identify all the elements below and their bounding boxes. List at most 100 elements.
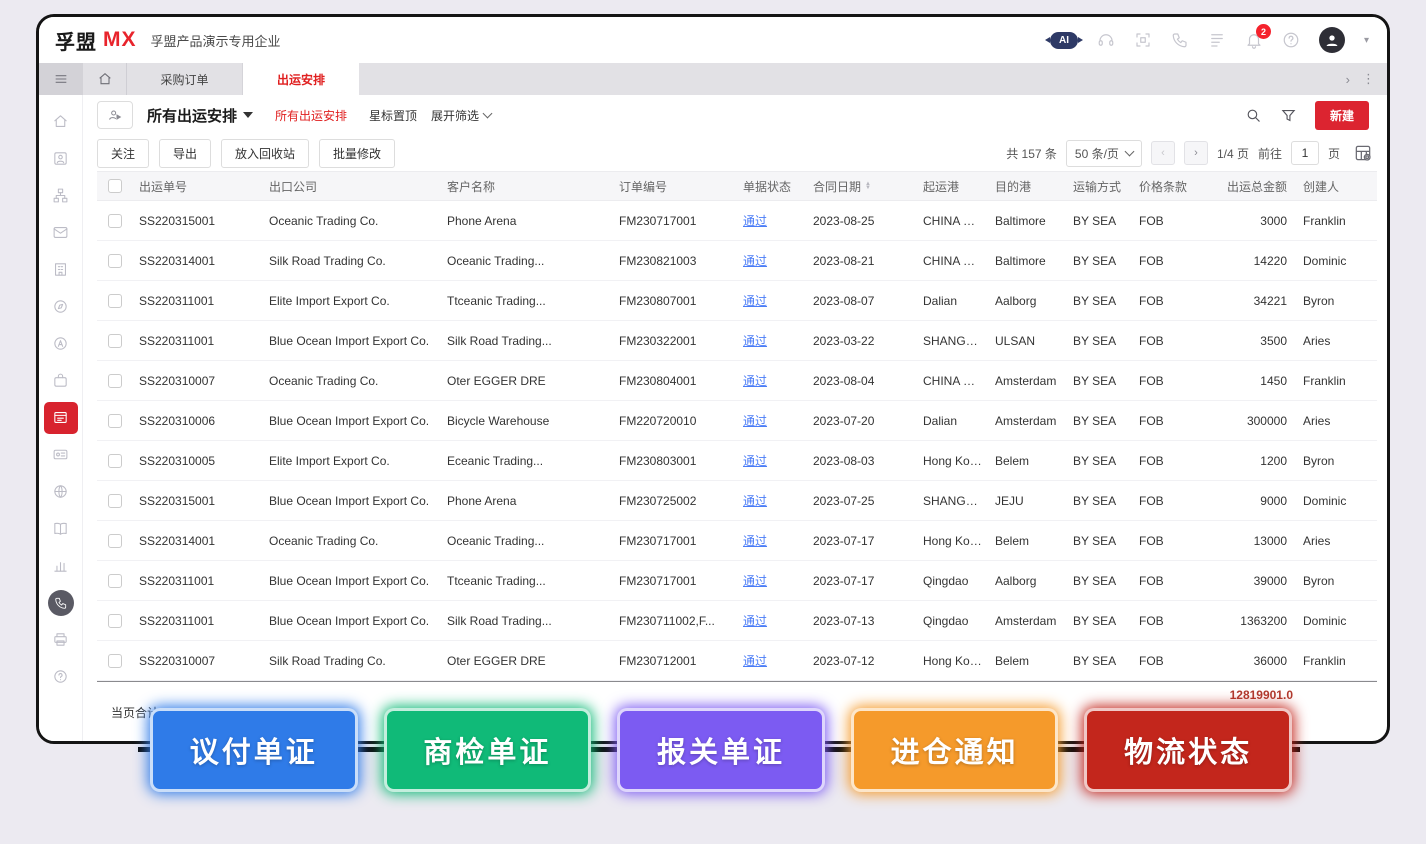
quick-filter-link[interactable]: 所有出运安排	[275, 107, 347, 124]
row-checkbox[interactable]	[108, 253, 122, 268]
row-checkbox[interactable]	[108, 613, 122, 628]
workspace-tab[interactable]: 出运安排	[243, 63, 359, 95]
status-link[interactable]: 通过	[743, 534, 767, 548]
workflow-step-button[interactable]: 进仓通知	[850, 708, 1059, 792]
sidebar-item-globe[interactable]	[39, 473, 83, 510]
column-settings-icon[interactable]	[1353, 143, 1373, 163]
toolbar-action-button[interactable]: 批量修改	[319, 138, 396, 168]
table-row[interactable]: SS220314001 Oceanic Trading Co. Oceanic …	[97, 521, 1377, 561]
quick-filter-link[interactable]: 星标置顶	[369, 107, 417, 124]
col-total-amount[interactable]: 出运总金额	[1201, 178, 1293, 195]
status-link[interactable]: 通过	[743, 374, 767, 388]
table-row[interactable]: SS220311001 Elite Import Export Co. Ttce…	[97, 281, 1377, 321]
status-link[interactable]: 通过	[743, 494, 767, 508]
headset-icon[interactable]	[1097, 31, 1115, 49]
sidebar-item-target[interactable]	[39, 325, 83, 362]
sort-icon[interactable]: ▲ ▼	[865, 181, 871, 191]
col-exporter[interactable]: 出口公司	[263, 178, 441, 195]
menu-toggle-button[interactable]	[39, 63, 83, 95]
status-link[interactable]: 通过	[743, 214, 767, 228]
phone-icon[interactable]	[1171, 31, 1189, 49]
sidebar-item-help[interactable]	[39, 658, 83, 695]
status-link[interactable]: 通过	[743, 334, 767, 348]
col-creator[interactable]: 创建人	[1293, 178, 1377, 195]
doc-list-icon[interactable]	[1208, 31, 1226, 49]
status-link[interactable]: 通过	[743, 254, 767, 268]
row-checkbox[interactable]	[108, 413, 122, 428]
tab-more-icon[interactable]: ⋮	[1362, 71, 1375, 87]
sidebar-item-shipping-active[interactable]	[39, 399, 83, 436]
toolbar-action-button[interactable]: 放入回收站	[221, 138, 310, 168]
row-checkbox[interactable]	[108, 573, 122, 588]
toolbar-action-button[interactable]: 导出	[159, 138, 212, 168]
status-link[interactable]: 通过	[743, 574, 767, 588]
row-checkbox[interactable]	[108, 373, 122, 388]
user-avatar[interactable]	[1318, 27, 1345, 53]
tab-scroll-right-icon[interactable]: ›	[1346, 72, 1350, 87]
new-record-button[interactable]: 新建	[1314, 100, 1369, 130]
table-row[interactable]: SS220311001 Blue Ocean Import Export Co.…	[97, 561, 1377, 601]
table-row[interactable]: SS220310006 Blue Ocean Import Export Co.…	[97, 401, 1377, 441]
bell-icon[interactable]: 2	[1245, 24, 1271, 49]
workflow-step-button[interactable]: 报关单证	[617, 708, 825, 792]
sidebar-item-mail[interactable]	[39, 214, 83, 251]
status-link[interactable]: 通过	[743, 414, 767, 428]
row-checkbox[interactable]	[108, 533, 122, 548]
chevron-down-icon[interactable]: ▾	[1364, 35, 1369, 46]
sidebar-item-call-dark[interactable]	[39, 584, 83, 621]
row-checkbox[interactable]	[108, 493, 122, 508]
col-order-no[interactable]: 订单编号	[613, 178, 737, 195]
page-size-select[interactable]: 50 条/页	[1065, 139, 1142, 167]
select-all-checkbox[interactable]	[108, 179, 122, 193]
sidebar-item-chart[interactable]	[39, 547, 83, 584]
sidebar-item-briefcase[interactable]	[39, 362, 83, 399]
table-row[interactable]: SS220311001 Blue Ocean Import Export Co.…	[97, 601, 1377, 641]
row-checkbox[interactable]	[108, 333, 122, 348]
next-page-button[interactable]: ›	[1183, 141, 1208, 165]
sidebar-item-printer[interactable]	[39, 621, 83, 658]
sidebar-item-compass[interactable]	[39, 288, 83, 325]
table-row[interactable]: SS220310005 Elite Import Export Co. Ecea…	[97, 441, 1377, 481]
sidebar-item-book[interactable]	[39, 510, 83, 547]
status-link[interactable]: 通过	[743, 454, 767, 468]
workflow-step-button[interactable]: 议付单证	[150, 708, 358, 792]
col-status[interactable]: 单据状态	[737, 178, 807, 195]
sidebar-item-id-card[interactable]	[39, 436, 83, 473]
sidebar-item-contacts[interactable]	[39, 140, 83, 177]
row-checkbox[interactable]	[108, 213, 122, 228]
help-icon[interactable]	[1282, 31, 1300, 49]
search-icon[interactable]	[1245, 107, 1262, 124]
col-customer[interactable]: 客户名称	[441, 178, 613, 195]
row-checkbox[interactable]	[108, 653, 122, 668]
sidebar-item-home[interactable]	[39, 103, 83, 140]
ai-assistant-button[interactable]: AI	[1044, 31, 1083, 49]
view-type-icon-button[interactable]	[97, 101, 133, 129]
qr-scan-icon[interactable]	[1134, 31, 1152, 49]
col-transport-mode[interactable]: 运输方式	[1067, 178, 1133, 195]
table-row[interactable]: SS220310007 Oceanic Trading Co. Oter EGG…	[97, 361, 1377, 401]
col-port-of-loading[interactable]: 起运港	[917, 178, 989, 195]
row-checkbox[interactable]	[108, 453, 122, 468]
status-link[interactable]: 通过	[743, 654, 767, 668]
table-row[interactable]: SS220315001 Blue Ocean Import Export Co.…	[97, 481, 1377, 521]
view-selector-dropdown[interactable]: 所有出运安排	[147, 105, 254, 126]
col-price-terms[interactable]: 价格条款	[1133, 178, 1201, 195]
table-row[interactable]: SS220310007 Silk Road Trading Co. Oter E…	[97, 641, 1377, 681]
table-row[interactable]: SS220311001 Blue Ocean Import Export Co.…	[97, 321, 1377, 361]
workspace-tab[interactable]: 采购订单	[127, 63, 243, 95]
workflow-step-button[interactable]: 商检单证	[383, 708, 592, 792]
status-link[interactable]: 通过	[743, 294, 767, 308]
status-link[interactable]: 通过	[743, 614, 767, 628]
home-tab-button[interactable]	[83, 63, 127, 95]
sidebar-item-org[interactable]	[39, 177, 83, 214]
sidebar-item-company[interactable]	[39, 251, 83, 288]
expand-filter-toggle[interactable]: 展开筛选	[431, 107, 493, 124]
filter-funnel-icon[interactable]	[1280, 107, 1297, 124]
workflow-step-button[interactable]: 物流状态	[1084, 708, 1292, 792]
table-row[interactable]: SS220315001 Oceanic Trading Co. Phone Ar…	[97, 201, 1377, 241]
row-checkbox[interactable]	[108, 293, 122, 308]
toolbar-action-button[interactable]: 关注	[97, 138, 150, 168]
col-contract-date[interactable]: 合同日期 ▲ ▼	[807, 178, 917, 195]
goto-page-input[interactable]	[1290, 141, 1319, 165]
prev-page-button[interactable]: ‹	[1150, 141, 1175, 165]
